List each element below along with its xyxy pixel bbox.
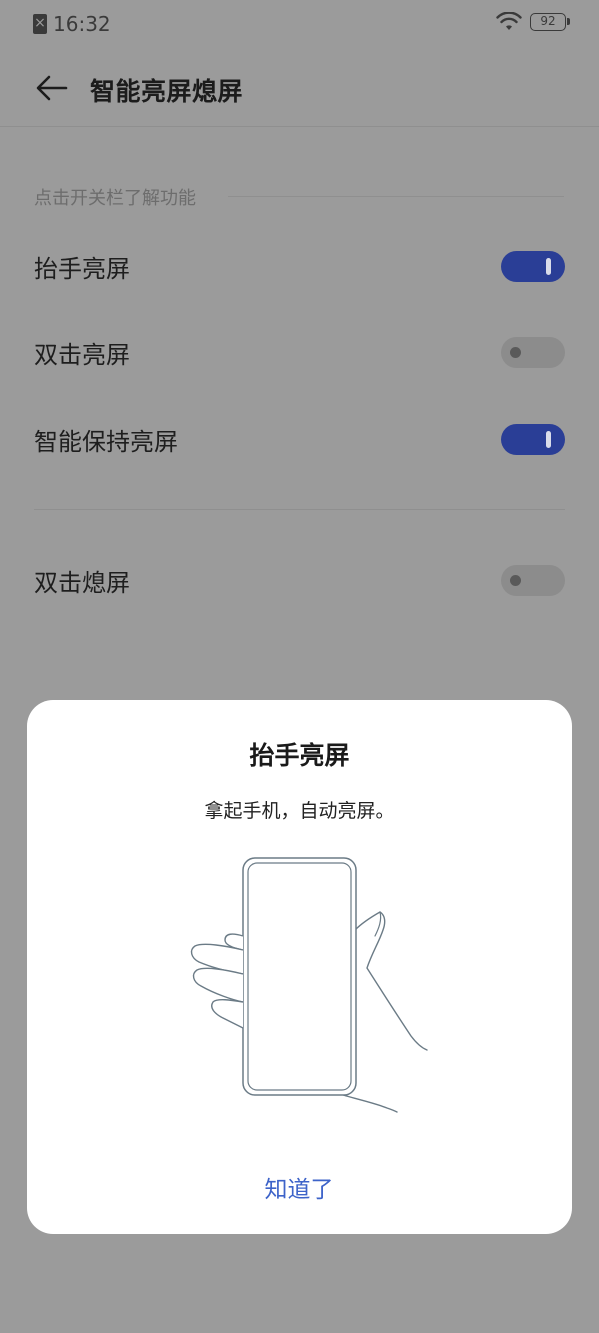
setting-row-raise-to-wake[interactable]: 抬手亮屏 [0, 227, 599, 307]
header: 智能亮屏熄屏 [0, 58, 599, 122]
back-arrow-icon[interactable] [34, 70, 70, 106]
status-right: 92 [496, 12, 570, 32]
setting-label: 双击熄屏 [34, 569, 130, 597]
section-hint: 点击开关栏了解功能 [34, 188, 196, 209]
header-divider [0, 126, 599, 127]
dialog-description: 拿起手机，自动亮屏。 [204, 800, 395, 822]
setting-label: 智能保持亮屏 [34, 428, 178, 456]
status-bar: 16:32 92 [0, 0, 599, 48]
dialog-title: 抬手亮屏 [249, 741, 350, 770]
battery-level: 92 [540, 14, 556, 28]
info-dialog: 抬手亮屏 拿起手机，自动亮屏。 知道了 [27, 700, 572, 1234]
toggle-switch-off[interactable] [501, 565, 565, 596]
toggle-knob [546, 258, 551, 275]
got-it-button[interactable]: 知道了 [199, 1168, 399, 1212]
toggle-knob [546, 431, 551, 448]
status-left: 16:32 [33, 12, 111, 36]
group-divider [34, 509, 565, 510]
toggle-knob [510, 347, 521, 358]
status-time: 16:32 [53, 12, 111, 36]
hint-divider [228, 196, 564, 197]
screen: 16:32 92 智能亮屏熄屏 点击开关栏了解功能 抬手亮屏 双击亮屏 [0, 0, 599, 1333]
wifi-icon [496, 12, 522, 30]
setting-row-double-tap-wake[interactable]: 双击亮屏 [0, 313, 599, 393]
setting-label: 抬手亮屏 [34, 255, 130, 283]
toggle-switch-on[interactable] [501, 424, 565, 455]
battery-icon: 92 [530, 13, 570, 31]
toggle-knob [510, 575, 521, 586]
toggle-switch-on[interactable] [501, 251, 565, 282]
setting-row-double-tap-sleep[interactable]: 双击熄屏 [0, 541, 599, 621]
toggle-switch-off[interactable] [501, 337, 565, 368]
hand-holding-phone-illustration [190, 857, 428, 1113]
page-title: 智能亮屏熄屏 [90, 77, 244, 106]
sim-off-icon [33, 13, 47, 34]
setting-label: 双击亮屏 [34, 341, 130, 369]
setting-row-smart-stay-awake[interactable]: 智能保持亮屏 [0, 400, 599, 480]
